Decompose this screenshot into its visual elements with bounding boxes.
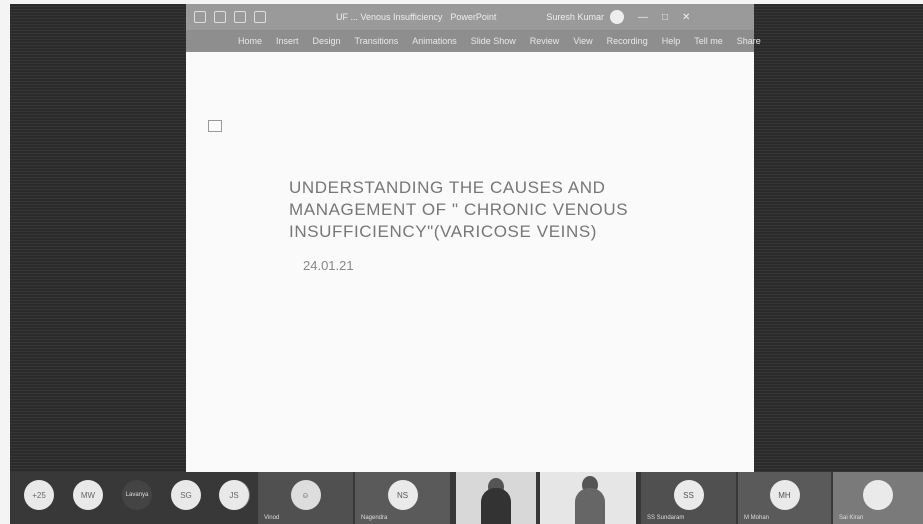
slide-title-line: MANAGEMENT OF " CHRONIC VENOUS (289, 200, 629, 219)
close-button[interactable]: ✕ (682, 12, 690, 23)
video-feed[interactable] (540, 472, 636, 524)
tab-transitions[interactable]: Transitions (355, 36, 399, 46)
person-body (575, 488, 605, 524)
participant-avatar[interactable]: JS (219, 480, 249, 510)
account-avatar[interactable] (609, 10, 624, 24)
tab-recording[interactable]: Recording (607, 36, 648, 46)
right-video-area (754, 4, 923, 472)
share-button[interactable]: Share (737, 36, 761, 46)
undo-icon[interactable] (214, 11, 226, 23)
participant-name: Vinod (264, 515, 280, 521)
slide-title-line: UNDERSTANDING THE CAUSES AND (289, 178, 606, 197)
participant-avatar (863, 480, 893, 510)
user-photo-icon: ☺ (290, 480, 321, 510)
participant-initials: MH (769, 480, 800, 510)
tab-design[interactable]: Design (313, 36, 341, 46)
tab-insert[interactable]: Insert (276, 36, 299, 46)
tab-help[interactable]: Help (662, 36, 681, 46)
participant-overflow[interactable]: +25 (24, 480, 54, 510)
left-video-area (10, 4, 186, 472)
comment-icon[interactable] (208, 120, 222, 132)
ppt-titlebar: UF ... Venous Insufficiency PowerPoint S… (186, 4, 754, 30)
participant-avatar[interactable]: MW (73, 480, 103, 510)
maximize-button[interactable]: □ (662, 12, 668, 23)
participant-tile[interactable]: MH M Mohan (738, 472, 831, 524)
tab-home[interactable]: Home (238, 36, 262, 46)
app-name: PowerPoint (450, 12, 497, 22)
participant-tile[interactable]: NS Nagendra (355, 472, 450, 524)
tab-review[interactable]: Review (530, 36, 560, 46)
minimize-button[interactable]: — (638, 12, 648, 23)
slide-title-line: INSUFFICIENCY"(VARICOSE VEINS) (289, 222, 598, 241)
participant-initials: NS (387, 480, 418, 510)
participant-tile[interactable]: ☺ Vinod (258, 472, 353, 524)
save-icon[interactable] (194, 11, 206, 23)
participant-name: SS Sundaram (647, 515, 685, 521)
account-name[interactable]: Suresh Kumar (546, 12, 604, 22)
tab-animations[interactable]: Animations (412, 36, 457, 46)
person-body (481, 488, 511, 524)
slide-date: 24.01.21 (303, 258, 354, 273)
participant-avatar[interactable]: SG (171, 480, 201, 510)
tell-me-search[interactable]: Tell me (694, 36, 723, 46)
ribbon: Home Insert Design Transitions Animation… (186, 30, 761, 52)
tab-slide-show[interactable]: Slide Show (471, 36, 516, 46)
video-feed[interactable] (456, 472, 536, 524)
participant-name: Nagendra (361, 515, 388, 521)
tab-view[interactable]: View (573, 36, 592, 46)
slide-title: UNDERSTANDING THE CAUSES AND MANAGEMENT … (289, 177, 709, 243)
participant-avatar[interactable]: Lavanya (122, 480, 152, 510)
participant-name: M Mohan (744, 515, 770, 521)
participant-initials: SS (673, 480, 704, 510)
redo-icon[interactable] (234, 11, 246, 23)
document-title: UF ... Venous Insufficiency (336, 12, 443, 22)
participant-name: Sai Kiran (839, 515, 864, 521)
participant-tile[interactable]: Sai Kiran (833, 472, 923, 524)
present-icon[interactable] (254, 11, 266, 23)
participant-tile[interactable]: SS SS Sundaram (641, 472, 736, 524)
